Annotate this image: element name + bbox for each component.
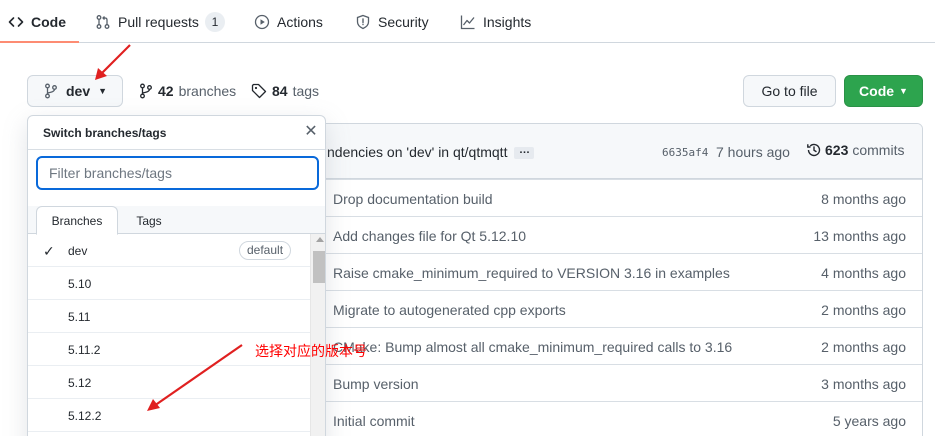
branch-select-button[interactable]: dev ▼ <box>27 75 123 107</box>
branch-item-name: 5.12 <box>68 376 92 390</box>
file-row[interactable]: Drop documentation build 8 months ago <box>310 179 922 216</box>
tab-pull-requests[interactable]: Pull requests 1 <box>95 0 225 43</box>
expand-commit-button[interactable]: … <box>514 145 535 160</box>
file-commit-age: 13 months ago <box>813 228 906 244</box>
tags-count: 84 <box>272 83 288 99</box>
tab-insights[interactable]: Insights <box>460 0 531 43</box>
go-to-file-button[interactable]: Go to file <box>743 75 836 107</box>
file-commit-message[interactable]: Drop documentation build <box>333 191 493 207</box>
branches-count: 42 <box>158 83 174 99</box>
annotation-text: 选择对应的版本号 <box>255 343 367 359</box>
branch-item-name: 5.10 <box>68 277 92 291</box>
shield-icon <box>355 14 371 30</box>
tab-code-label: Code <box>31 13 66 30</box>
scrollbar-thumb[interactable] <box>313 251 325 283</box>
branch-item-name: 5.11.2 <box>68 343 101 357</box>
branch-menu-title: Switch branches/tags <box>43 126 167 140</box>
latest-commit-text: ndencies on 'dev' in qt/qtmqtt <box>327 144 508 160</box>
repo-nav: Code Pull requests 1 Actions Security In… <box>0 0 935 43</box>
caret-down-icon: ▼ <box>98 86 108 96</box>
tab-branches[interactable]: Branches <box>36 206 118 235</box>
tab-code[interactable]: Code <box>8 0 66 43</box>
latest-commit-time: 7 hours ago <box>716 144 790 160</box>
branch-list-scrollbar[interactable] <box>310 234 325 436</box>
branch-menu-tabs: Branches Tags <box>28 206 325 235</box>
tags-link[interactable]: 84 tags <box>251 80 319 102</box>
file-commit-message[interactable]: CMake: Bump almost all cmake_minimum_req… <box>333 339 732 355</box>
file-list-box: ndencies on 'dev' in qt/qtmqtt… 6635af4 … <box>309 123 923 436</box>
git-branch-icon <box>139 83 153 99</box>
scroll-up-arrow-icon[interactable] <box>316 237 324 242</box>
file-row[interactable]: Migrate to autogenerated cpp exports 2 m… <box>310 290 922 327</box>
branches-link[interactable]: 42 branches <box>139 80 236 102</box>
tags-label: tags <box>292 83 320 99</box>
file-commit-age: 2 months ago <box>821 302 906 318</box>
branch-item-name: 5.12.2 <box>68 409 102 423</box>
branch-item-name: dev <box>68 244 88 258</box>
git-branch-icon <box>44 83 58 99</box>
file-row[interactable]: Add changes file for Qt 5.12.10 13 month… <box>310 216 922 253</box>
branch-switch-menu: Switch branches/tags ✕ Branches Tags ✓ d… <box>27 115 326 436</box>
file-commit-message[interactable]: Add changes file for Qt 5.12.10 <box>333 228 526 244</box>
file-commit-age: 5 years ago <box>832 413 906 429</box>
file-row[interactable]: CMake: Bump almost all cmake_minimum_req… <box>310 327 922 364</box>
latest-commit-sha[interactable]: 6635af4 <box>662 146 708 159</box>
tab-tags[interactable]: Tags <box>123 206 175 235</box>
active-tab-underline <box>0 41 79 43</box>
check-icon: ✓ <box>43 243 55 259</box>
file-commit-message[interactable]: Bump version <box>333 376 419 392</box>
current-branch-name: dev <box>66 83 91 99</box>
branch-item-dev[interactable]: ✓ dev default <box>28 234 310 267</box>
default-badge: default <box>239 241 292 260</box>
file-commit-age: 4 months ago <box>821 265 906 281</box>
file-row[interactable]: Bump version 3 months ago <box>310 364 922 401</box>
latest-commit-message[interactable]: ndencies on 'dev' in qt/qtmqtt … <box>327 144 535 160</box>
tab-pull-requests-label: Pull requests <box>118 13 199 30</box>
divider <box>28 149 325 150</box>
pull-requests-count: 1 <box>204 11 225 32</box>
file-commit-age: 3 months ago <box>821 376 906 392</box>
commits-count: 623 <box>825 142 849 158</box>
branch-item[interactable]: 5.11 <box>28 300 310 333</box>
branch-item[interactable]: 5.10 <box>28 267 310 300</box>
file-row[interactable]: Initial commit 5 years ago <box>310 401 922 436</box>
play-icon <box>254 14 270 30</box>
branch-filter-input[interactable] <box>36 156 319 190</box>
code-download-button[interactable]: Code ▼ <box>844 75 923 107</box>
code-button-label: Code <box>859 83 895 99</box>
branches-label: branches <box>178 83 237 99</box>
tab-security-label: Security <box>378 13 429 30</box>
pull-request-icon <box>95 14 111 30</box>
file-commit-age: 2 months ago <box>821 339 906 355</box>
file-commit-message[interactable]: Initial commit <box>333 413 415 429</box>
tag-icon <box>251 83 267 99</box>
branch-item-name: 5.11 <box>68 310 91 324</box>
branch-item[interactable]: 5.12.2 <box>28 399 310 432</box>
tab-security[interactable]: Security <box>355 0 429 43</box>
code-icon <box>8 14 24 30</box>
history-icon <box>806 142 822 158</box>
file-commit-message[interactable]: Migrate to autogenerated cpp exports <box>333 302 566 318</box>
graph-icon <box>460 14 476 30</box>
file-commit-message[interactable]: Raise cmake_minimum_required to VERSION … <box>333 265 730 281</box>
tab-actions[interactable]: Actions <box>254 0 323 43</box>
file-row[interactable]: Raise cmake_minimum_required to VERSION … <box>310 253 922 290</box>
latest-commit-header: ndencies on 'dev' in qt/qtmqtt… 6635af4 … <box>310 124 922 179</box>
caret-down-icon: ▼ <box>899 86 908 96</box>
tab-insights-label: Insights <box>483 13 532 30</box>
tab-actions-label: Actions <box>277 13 323 30</box>
file-commit-age: 8 months ago <box>821 191 906 207</box>
branch-item[interactable]: 5.12 <box>28 366 310 399</box>
close-icon[interactable]: ✕ <box>302 122 320 140</box>
commits-history-link[interactable]: 623 commits <box>806 142 904 158</box>
commits-label: commits <box>852 142 905 158</box>
